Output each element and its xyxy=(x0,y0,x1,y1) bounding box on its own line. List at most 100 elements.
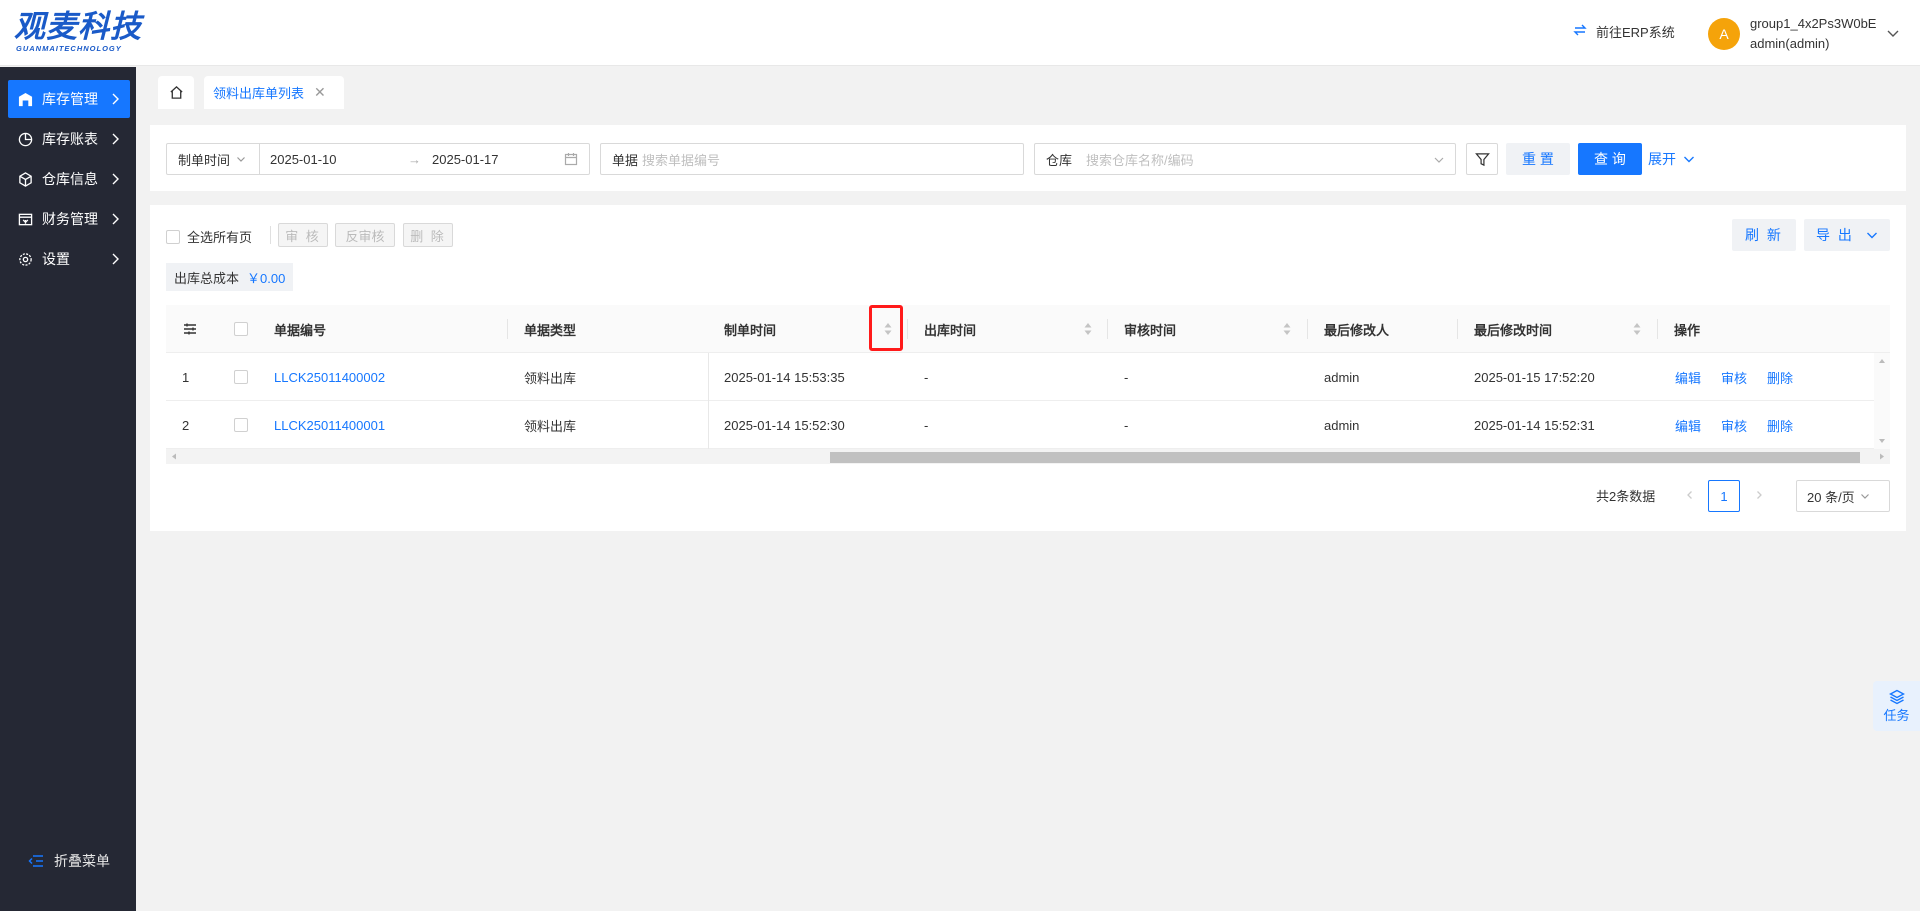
column-divider xyxy=(1657,319,1658,339)
modified-time-cell: 2025-01-14 15:52:31 xyxy=(1474,417,1595,433)
date-start-input[interactable]: 2025-01-10 xyxy=(270,152,408,167)
column-audit-time[interactable]: 审核时间 xyxy=(1124,305,1176,353)
page-size-select[interactable]: 20 条/页 xyxy=(1796,480,1890,512)
doc-number-search[interactable]: 单据 搜索单据编号 xyxy=(600,143,1024,175)
vertical-scrollbar[interactable] xyxy=(1874,353,1890,449)
doc-search-input[interactable]: 搜索单据编号 xyxy=(642,150,720,169)
menu-fold-icon xyxy=(28,855,43,867)
expand-label: 展开 xyxy=(1648,151,1676,167)
sort-icon[interactable] xyxy=(1633,322,1641,336)
gear-icon xyxy=(17,251,33,267)
column-settings-button[interactable] xyxy=(183,305,197,353)
page-number-button[interactable]: 1 xyxy=(1708,480,1740,512)
date-end-input[interactable]: 2025-01-17 xyxy=(432,152,564,167)
task-float-button[interactable]: 任务 xyxy=(1873,681,1920,731)
sort-icon[interactable] xyxy=(884,322,892,336)
column-out-time[interactable]: 出库时间 xyxy=(924,305,976,353)
scroll-up-icon[interactable] xyxy=(1874,355,1890,367)
horizontal-scroll-thumb[interactable] xyxy=(830,452,1860,463)
goto-erp-label: 前往ERP系统 xyxy=(1596,25,1675,40)
tab-home[interactable] xyxy=(158,76,194,109)
logo-text: 观麦科技 xyxy=(14,9,142,45)
page-size-value: 20 条/页 xyxy=(1807,489,1855,505)
approve-button[interactable]: 审 核 xyxy=(278,223,328,247)
column-created-time[interactable]: 制单时间 xyxy=(724,305,776,353)
row-index: 1 xyxy=(182,369,190,385)
scroll-left-icon[interactable] xyxy=(168,449,180,464)
calendar-icon xyxy=(564,153,578,166)
doc-number-link[interactable]: LLCK25011400002 xyxy=(274,353,385,401)
chevron-down-icon xyxy=(1866,232,1877,239)
column-last-modified-time[interactable]: 最后修改时间 xyxy=(1474,305,1552,353)
select-all-checkbox[interactable] xyxy=(166,229,180,244)
sidebar-item-finance[interactable]: 财务管理 xyxy=(8,200,130,238)
sidebar-item-warehouse-info[interactable]: 仓库信息 xyxy=(8,160,130,198)
horizontal-scrollbar[interactable] xyxy=(166,449,1890,464)
date-range-filter: 制单时间 2025-01-10 → 2025-01-17 xyxy=(166,143,590,175)
query-button[interactable]: 查 询 xyxy=(1578,143,1642,175)
sidebar-item-inventory[interactable]: 库存管理 xyxy=(8,80,130,118)
sidebar-item-settings[interactable]: 设置 xyxy=(8,240,130,278)
layers-icon xyxy=(1888,689,1905,704)
expand-toggle[interactable]: 展开 xyxy=(1648,143,1704,175)
goto-erp-link[interactable]: 前往ERP系统 xyxy=(1572,22,1675,41)
chevron-right-icon xyxy=(112,173,119,185)
date-type-select[interactable]: 制单时间 xyxy=(167,144,260,174)
chevron-down-icon xyxy=(1684,156,1694,163)
doc-number-link[interactable]: LLCK25011400001 xyxy=(274,401,385,449)
export-button[interactable]: 导 出 xyxy=(1804,219,1890,251)
user-group: group1_4x2Ps3W0bE xyxy=(1750,16,1877,31)
column-last-modifier: 最后修改人 xyxy=(1324,322,1390,338)
delete-link[interactable]: 删除 xyxy=(1767,401,1793,449)
chevron-right-icon xyxy=(1757,491,1762,499)
scroll-down-icon[interactable] xyxy=(1874,435,1890,447)
edit-link[interactable]: 编辑 xyxy=(1675,353,1701,401)
modified-time-cell: 2025-01-15 17:52:20 xyxy=(1474,369,1595,385)
unapprove-button[interactable]: 反审核 xyxy=(335,223,395,247)
audit-time-cell: - xyxy=(1124,417,1129,433)
warehouse-select[interactable]: 仓库 搜索仓库名称/编码 xyxy=(1034,143,1456,175)
warehouse-search-input[interactable]: 搜索仓库名称/编码 xyxy=(1086,150,1194,169)
advanced-filter-button[interactable] xyxy=(1466,143,1498,175)
delete-link[interactable]: 删除 xyxy=(1767,353,1793,401)
sidebar: 库存管理 库存账表 仓库信息 财务管理 设置 折叠菜单 xyxy=(0,67,136,911)
sort-icon[interactable] xyxy=(1283,322,1291,336)
next-page-button[interactable] xyxy=(1747,483,1771,507)
select-all-pages[interactable]: 全选所有页 xyxy=(166,227,252,246)
row-checkbox[interactable] xyxy=(234,418,248,432)
scroll-right-icon[interactable] xyxy=(1876,449,1888,464)
prev-page-button[interactable] xyxy=(1678,483,1702,507)
row-index: 2 xyxy=(182,417,190,433)
sidebar-item-inventory-reports[interactable]: 库存账表 xyxy=(8,120,130,158)
doc-label: 单据 xyxy=(612,152,639,168)
close-icon[interactable]: ✕ xyxy=(314,84,326,101)
refresh-button[interactable]: 刷 新 xyxy=(1732,219,1796,251)
tab-bar: 领料出库单列表 ✕ xyxy=(136,67,1920,111)
delete-button[interactable]: 删 除 xyxy=(403,223,453,247)
approve-link[interactable]: 审核 xyxy=(1721,401,1747,449)
fixed-column-shadow xyxy=(708,401,709,449)
home-icon xyxy=(169,85,183,99)
approve-link[interactable]: 审核 xyxy=(1721,353,1747,401)
table-row: 1 LLCK25011400002 领料出库 2025-01-14 15:53:… xyxy=(166,353,1874,401)
filter-panel: 制单时间 2025-01-10 → 2025-01-17 单据 搜索单据编号 仓… xyxy=(150,125,1906,191)
row-checkbox[interactable] xyxy=(234,370,248,384)
user-menu[interactable]: A group1_4x2Ps3W0bE admin(admin) xyxy=(1708,14,1876,54)
column-divider xyxy=(1307,319,1308,339)
user-name: admin(admin) xyxy=(1750,36,1830,51)
edit-link[interactable]: 编辑 xyxy=(1675,401,1701,449)
collapse-menu-button[interactable]: 折叠菜单 xyxy=(28,851,110,871)
reset-button[interactable]: 重 置 xyxy=(1506,143,1570,175)
company-logo[interactable]: 观麦科技 GUANMAITECHNOLOGY xyxy=(14,10,144,54)
column-divider xyxy=(507,319,508,339)
select-all-label: 全选所有页 xyxy=(187,230,253,245)
sidebar-item-label: 设置 xyxy=(42,251,70,267)
header-checkbox[interactable] xyxy=(234,322,248,336)
tab-material-outbound-list[interactable]: 领料出库单列表 ✕ xyxy=(204,76,344,109)
chevron-right-icon xyxy=(112,93,119,105)
chevron-down-icon[interactable] xyxy=(1886,26,1900,40)
sort-icon[interactable] xyxy=(1084,322,1092,336)
summary-value: ￥0.00 xyxy=(247,270,286,286)
pie-chart-icon xyxy=(17,131,33,147)
summary-label: 出库总成本 xyxy=(174,270,240,286)
